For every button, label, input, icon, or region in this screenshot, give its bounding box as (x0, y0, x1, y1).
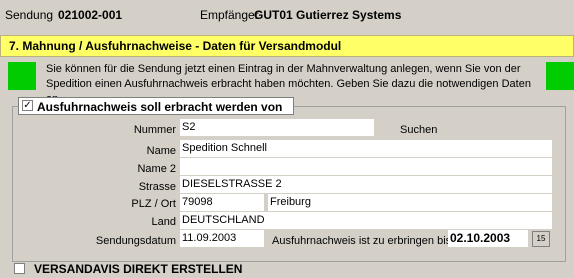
name-label: Name (146, 145, 176, 157)
calendar-button[interactable]: 15 (532, 231, 550, 247)
ausfuhrnachweis-checkbox[interactable]: ✓ (22, 100, 33, 111)
sendungsdatum-label: Sendungsdatum (95, 235, 176, 247)
calendar-icon: 15 (536, 234, 546, 243)
ausfuhr-bis-label: Ausfuhrnachweis ist zu erbringen bis (272, 235, 452, 247)
name2-field[interactable] (180, 158, 552, 175)
section-title-bar: 7. Mahnung / Ausfuhrnachweise - Daten fü… (0, 35, 574, 57)
versandavis-label: VERSANDAVIS DIREKT ERSTELLEN (34, 262, 243, 276)
empfaenger-value: GUT01 Gutierrez Systems (254, 8, 402, 22)
info-right-marker (546, 62, 574, 90)
nummer-field[interactable]: S2 (180, 119, 374, 136)
ort-field[interactable]: Freiburg (268, 194, 552, 211)
ausfuhrnachweis-checkbox-label: Ausfuhrnachweis soll erbracht werden von (37, 100, 283, 114)
plz-field[interactable]: 79098 (180, 194, 264, 211)
name2-label: Name 2 (137, 163, 176, 175)
sendung-value: 021002-001 (58, 8, 123, 22)
empfaenger-label: Empfänger (200, 8, 259, 22)
sendungsdatum-field[interactable]: 11.09.2003 (180, 230, 264, 247)
info-left-marker (8, 62, 36, 90)
land-field[interactable]: DEUTSCHLAND (180, 212, 552, 229)
ausfuhr-bis-field[interactable]: 02.10.2003 (448, 230, 528, 247)
plz-ort-label: PLZ / Ort (131, 198, 176, 210)
versandavis-checkbox[interactable] (14, 263, 25, 274)
sendung-label: Sendung (5, 8, 54, 22)
strasse-field[interactable]: DIESELSTRASSE 2 (180, 176, 552, 193)
strasse-label: Strasse (138, 181, 176, 193)
land-label: Land (151, 216, 176, 228)
nummer-label: Nummer (133, 124, 176, 136)
suchen-link[interactable]: Suchen (400, 124, 437, 136)
section-title: 7. Mahnung / Ausfuhrnachweise - Daten fü… (9, 39, 342, 53)
ausfuhrnachweis-checkbox-row[interactable]: ✓ Ausfuhrnachweis soll erbracht werden v… (18, 97, 294, 115)
name-field[interactable]: Spedition Schnell (180, 140, 552, 157)
